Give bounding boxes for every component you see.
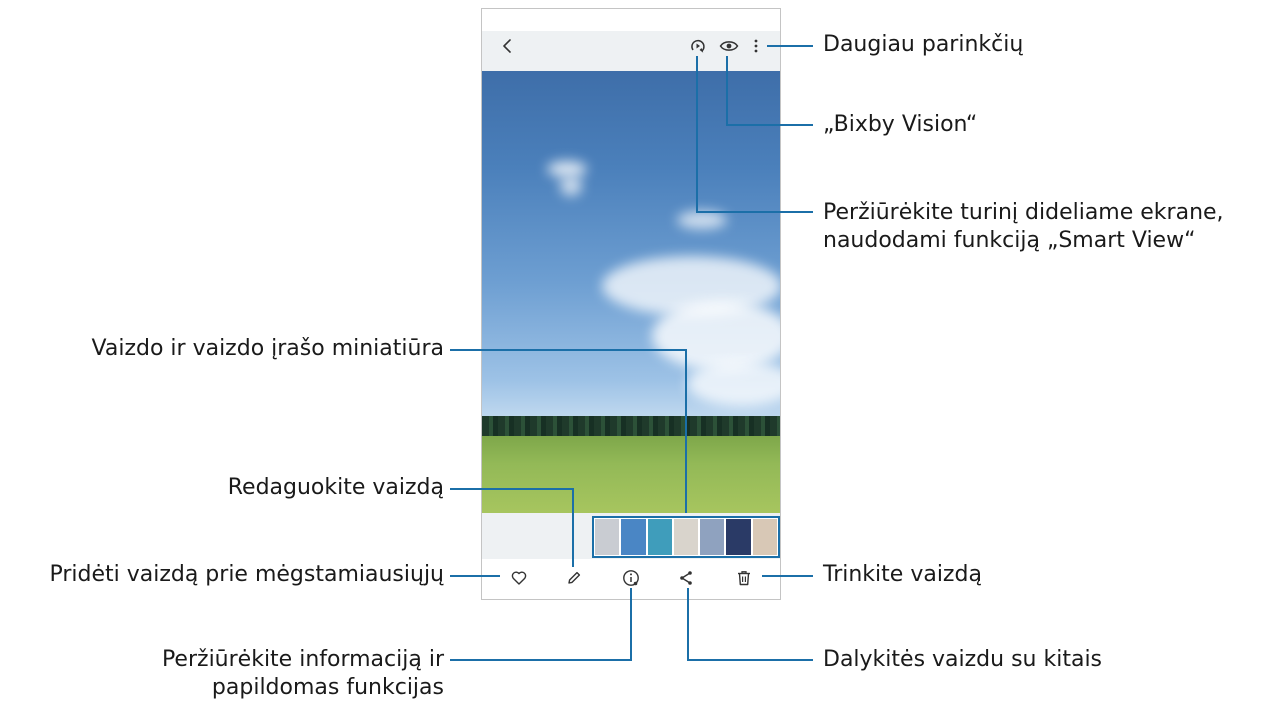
back-icon[interactable]	[496, 35, 518, 57]
callout-more-options: Daugiau parinkčių	[823, 32, 1024, 57]
callout-share: Dalykitės vaizdu su kitais	[823, 647, 1103, 672]
main-photo[interactable]	[482, 71, 780, 516]
callout-smart-view-line1: Peržiūrėkite turinį dideliame ekrane,	[823, 200, 1224, 225]
callout-thumbnails: Vaizdo ir vaizdo įrašo miniatiūra	[91, 336, 444, 361]
callout-info-line2: papildomas funkcijas	[211, 674, 444, 700]
callout-edit: Redaguokite vaizdą	[227, 475, 444, 500]
callout-smart-view: Peržiūrėkite turinį dideliame ekrane, na…	[823, 199, 1224, 254]
thumbnail-item[interactable]	[700, 519, 725, 555]
callout-info: Peržiūrėkite informaciją ir papildomas f…	[162, 646, 444, 701]
callout-smart-view-line2: naudodami funkciją „Smart View“	[823, 227, 1196, 253]
thumbnail-item[interactable]	[595, 519, 620, 555]
thumbnail-item[interactable]	[621, 519, 646, 555]
thumbnail-strip[interactable]	[592, 516, 780, 558]
eye-icon[interactable]	[718, 35, 740, 57]
thumbnail-item[interactable]	[726, 519, 751, 555]
thumbnail-item[interactable]	[752, 519, 777, 555]
pencil-icon[interactable]	[562, 566, 586, 590]
callout-delete: Trinkite vaizdą	[823, 562, 982, 587]
callout-favorite: Pridėti vaizdą prie mėgstamiausiųjų	[49, 562, 444, 587]
callout-info-line1: Peržiūrėkite informaciją ir	[161, 647, 444, 672]
share-icon[interactable]	[674, 566, 698, 590]
info-icon[interactable]	[619, 566, 643, 590]
thumbnail-item[interactable]	[647, 519, 672, 555]
callout-bixby-vision: „Bixby Vision“	[823, 112, 978, 137]
phone-screen	[481, 8, 781, 600]
more-vertical-icon[interactable]	[748, 35, 764, 57]
heart-icon[interactable]	[507, 566, 531, 590]
smart-view-icon[interactable]	[687, 35, 709, 57]
trash-icon[interactable]	[732, 566, 756, 590]
thumbnail-item[interactable]	[673, 519, 699, 555]
